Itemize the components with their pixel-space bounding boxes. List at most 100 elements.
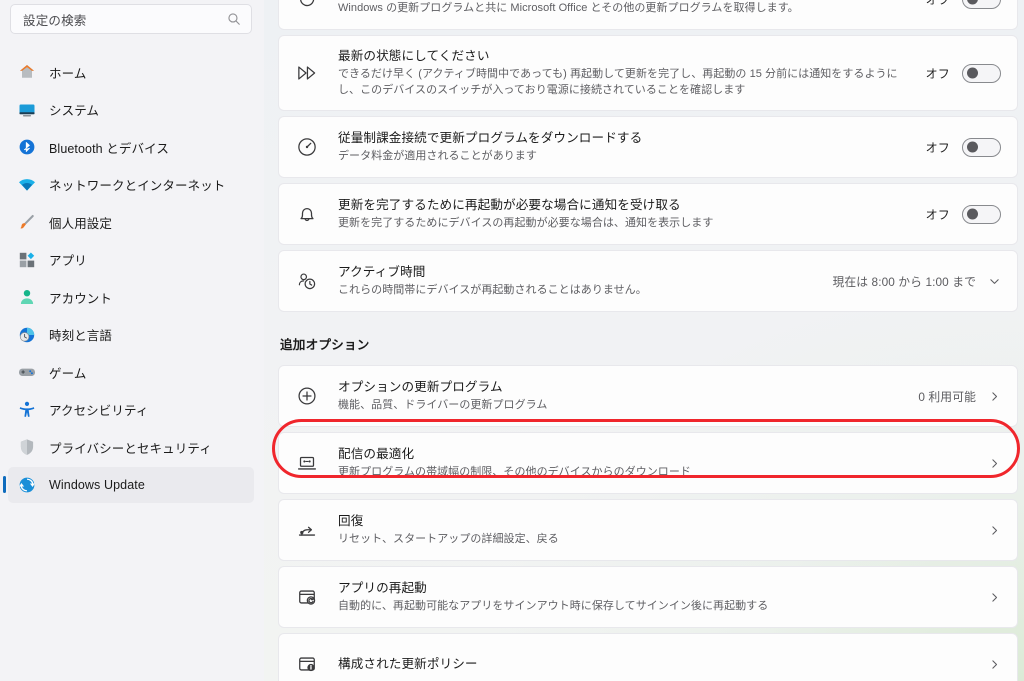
card-recovery[interactable]: 回復 リセット、スタートアップの詳細設定、戻る: [278, 499, 1018, 561]
sidebar-item-accounts[interactable]: アカウント: [8, 279, 254, 315]
sidebar-item-apps[interactable]: アプリ: [8, 242, 254, 278]
card-subtitle: Windows の更新プログラムと共に Microsoft Office とその…: [338, 1, 799, 14]
card-text: 回復 リセット、スタートアップの詳細設定、戻る: [338, 513, 988, 548]
sidebar-item-network-internet[interactable]: ネットワークとインターネット: [8, 167, 254, 203]
sidebar-item-home[interactable]: ホーム: [8, 54, 254, 90]
account-person-icon: [18, 288, 36, 306]
plus-circle-icon: [296, 385, 318, 407]
card-control: 現在は 8:00 から 1:00 まで: [832, 273, 1001, 290]
card-title: アクティブ時間: [338, 264, 426, 279]
chevron-right-icon[interactable]: [988, 591, 1001, 604]
toggle-knob: [967, 0, 978, 5]
bluetooth-icon: [18, 138, 36, 156]
card-optional-updates[interactable]: オプションの更新プログラム 機能、品質、ドライバーの更新プログラム 0 利用可能: [278, 365, 1018, 427]
bell-icon: [296, 203, 318, 225]
card-title: 更新を完了するために再起動が必要な場合に通知を受け取る: [338, 197, 681, 212]
card-control: オフ: [925, 63, 1001, 83]
sidebar-item-label: Windows Update: [49, 477, 145, 492]
card-active-hours[interactable]: アクティブ時間 これらの時間帯にデバイスが再起動されることはありません。 現在は…: [278, 250, 1018, 312]
search-input[interactable]: 設定の検索: [10, 4, 252, 34]
sidebar-item-label: Bluetooth とデバイス: [49, 141, 169, 156]
sidebar-item-accessibility[interactable]: アクセシビリティ: [8, 392, 254, 428]
section-title-additional-options: 追加オプション: [280, 338, 370, 352]
card-text: 配信の最適化 更新プログラムの帯域幅の制限、その他のデバイスからのダウンロード: [338, 446, 988, 481]
toggle-knob: [967, 67, 978, 79]
toggle-state-label: オフ: [925, 66, 950, 81]
sidebar-item-system[interactable]: システム: [8, 92, 254, 128]
card-subtitle: 更新を完了するためにデバイスの再起動が必要な場合は、通知を表示します: [338, 216, 714, 229]
shield-icon: [18, 438, 36, 456]
sidebar-item-label: ネットワークとインターネット: [49, 179, 226, 193]
accessibility-icon: [18, 401, 36, 419]
windows-update-icon: [18, 476, 36, 494]
paintbrush-icon: [18, 213, 36, 231]
card-text: アクティブ時間 これらの時間帯にデバイスが再起動されることはありません。: [338, 264, 832, 299]
card-control: [988, 457, 1001, 470]
card-title: 最新の状態にしてください: [338, 49, 490, 63]
card-control: オフ: [926, 0, 1001, 9]
toggle-switch[interactable]: [962, 204, 1001, 224]
sidebar-item-label: システム: [49, 104, 100, 118]
card-control: [988, 524, 1001, 537]
sidebar-item-time-language[interactable]: 時刻と言語: [8, 317, 254, 353]
card-configured-update-policies[interactable]: 構成された更新ポリシー: [278, 633, 1018, 681]
fast-forward-icon: [296, 62, 318, 84]
card-subtitle: 機能、品質、ドライバーの更新プログラム: [338, 398, 548, 411]
card-subtitle: できるだけ早く (アクティブ時間中であっても) 再起動して更新を完了し、再起動の…: [338, 68, 898, 96]
card-restart-notification[interactable]: 更新を完了するために再起動が必要な場合に通知を受け取る 更新を完了するためにデバ…: [278, 183, 1018, 245]
card-text: 最新の状態にしてください できるだけ早く (アクティブ時間中であっても) 再起動…: [338, 48, 926, 98]
sidebar-item-label: ゲーム: [49, 366, 87, 381]
sidebar-item-personalization[interactable]: 個人用設定: [8, 204, 254, 240]
update-policy-icon: [296, 653, 318, 675]
card-subtitle: 自動的に、再起動可能なアプリをサインアウト時に保存してサインイン後に再起動する: [338, 599, 769, 612]
sidebar-item-label: 個人用設定: [49, 216, 113, 231]
app-restart-icon: [296, 586, 318, 608]
active-hours-value: 現在は 8:00 から 1:00 まで: [832, 274, 976, 289]
toggle-knob: [967, 141, 978, 153]
wifi-icon: [18, 176, 36, 194]
card-text: 更新を完了するために再起動が必要な場合に通知を受け取る 更新を完了するためにデバ…: [338, 197, 926, 232]
sidebar-item-privacy-security[interactable]: プライバシーとセキュリティ: [8, 429, 254, 465]
gamepad-icon: [18, 363, 36, 381]
card-title: 配信の最適化: [338, 446, 415, 461]
card-subtitle: 更新プログラムの帯域幅の制限、その他のデバイスからのダウンロード: [338, 465, 691, 478]
toggle-switch[interactable]: [962, 137, 1001, 157]
sidebar-item-bluetooth-devices[interactable]: Bluetooth とデバイス: [8, 129, 254, 165]
sidebar-item-label: 時刻と言語: [49, 329, 113, 343]
apps-icon: [18, 251, 36, 269]
card-app-restart[interactable]: アプリの再起動 自動的に、再起動可能なアプリをサインアウト時に保存してサインイン…: [278, 566, 1018, 628]
sidebar-item-label: アクセシビリティ: [49, 404, 149, 418]
system-monitor-icon: [18, 101, 36, 119]
card-title: アプリの再起動: [338, 580, 427, 595]
chevron-right-icon[interactable]: [988, 457, 1001, 470]
clock-globe-icon: [18, 326, 36, 344]
card-title: 構成された更新ポリシー: [338, 656, 478, 671]
card-delivery-optimization[interactable]: 配信の最適化 更新プログラムの帯域幅の制限、その他のデバイスからのダウンロード: [278, 432, 1018, 494]
card-metered-connection-downloads[interactable]: 従量制課金接続で更新プログラムをダウンロードする データ料金が適用されることがあ…: [278, 116, 1018, 178]
active-hours-clock-icon: [296, 270, 318, 292]
main-content: その他の Microsoft 製品の更新プログラムを受け取る Windows の…: [264, 0, 1024, 681]
card-text: その他の Microsoft 製品の更新プログラムを受け取る Windows の…: [338, 0, 926, 16]
chevron-right-icon[interactable]: [988, 390, 1001, 403]
card-title: 回復: [338, 513, 364, 528]
card-control: 0 利用可能: [918, 388, 1001, 405]
sidebar-nav: ホーム システム Bluetooth とデバイス ネットワークとインターネット: [0, 54, 264, 503]
chevron-down-icon[interactable]: [988, 275, 1001, 288]
chevron-right-icon[interactable]: [988, 658, 1001, 671]
sidebar-item-gaming[interactable]: ゲーム: [8, 354, 254, 390]
card-microsoft-product-updates[interactable]: その他の Microsoft 製品の更新プログラムを受け取る Windows の…: [278, 0, 1018, 30]
chevron-right-icon[interactable]: [988, 524, 1001, 537]
card-subtitle: データ料金が適用されることがあります: [338, 149, 537, 162]
toggle-knob: [967, 208, 978, 220]
toggle-switch[interactable]: [962, 63, 1001, 83]
sidebar-item-windows-update[interactable]: Windows Update: [3, 466, 254, 503]
recovery-icon: [296, 519, 318, 541]
sidebar-item-label: ホーム: [49, 66, 87, 81]
toggle-state-label: オフ: [925, 207, 950, 222]
toggle-switch[interactable]: [962, 0, 1001, 9]
card-control: オフ: [926, 137, 1001, 157]
card-text: 従量制課金接続で更新プログラムをダウンロードする データ料金が適用されることがあ…: [338, 130, 926, 165]
card-stay-up-to-date[interactable]: 最新の状態にしてください できるだけ早く (アクティブ時間中であっても) 再起動…: [278, 35, 1018, 111]
card-title: 従量制課金接続で更新プログラムをダウンロードする: [338, 130, 643, 145]
delivery-optimization-icon: [296, 452, 318, 474]
